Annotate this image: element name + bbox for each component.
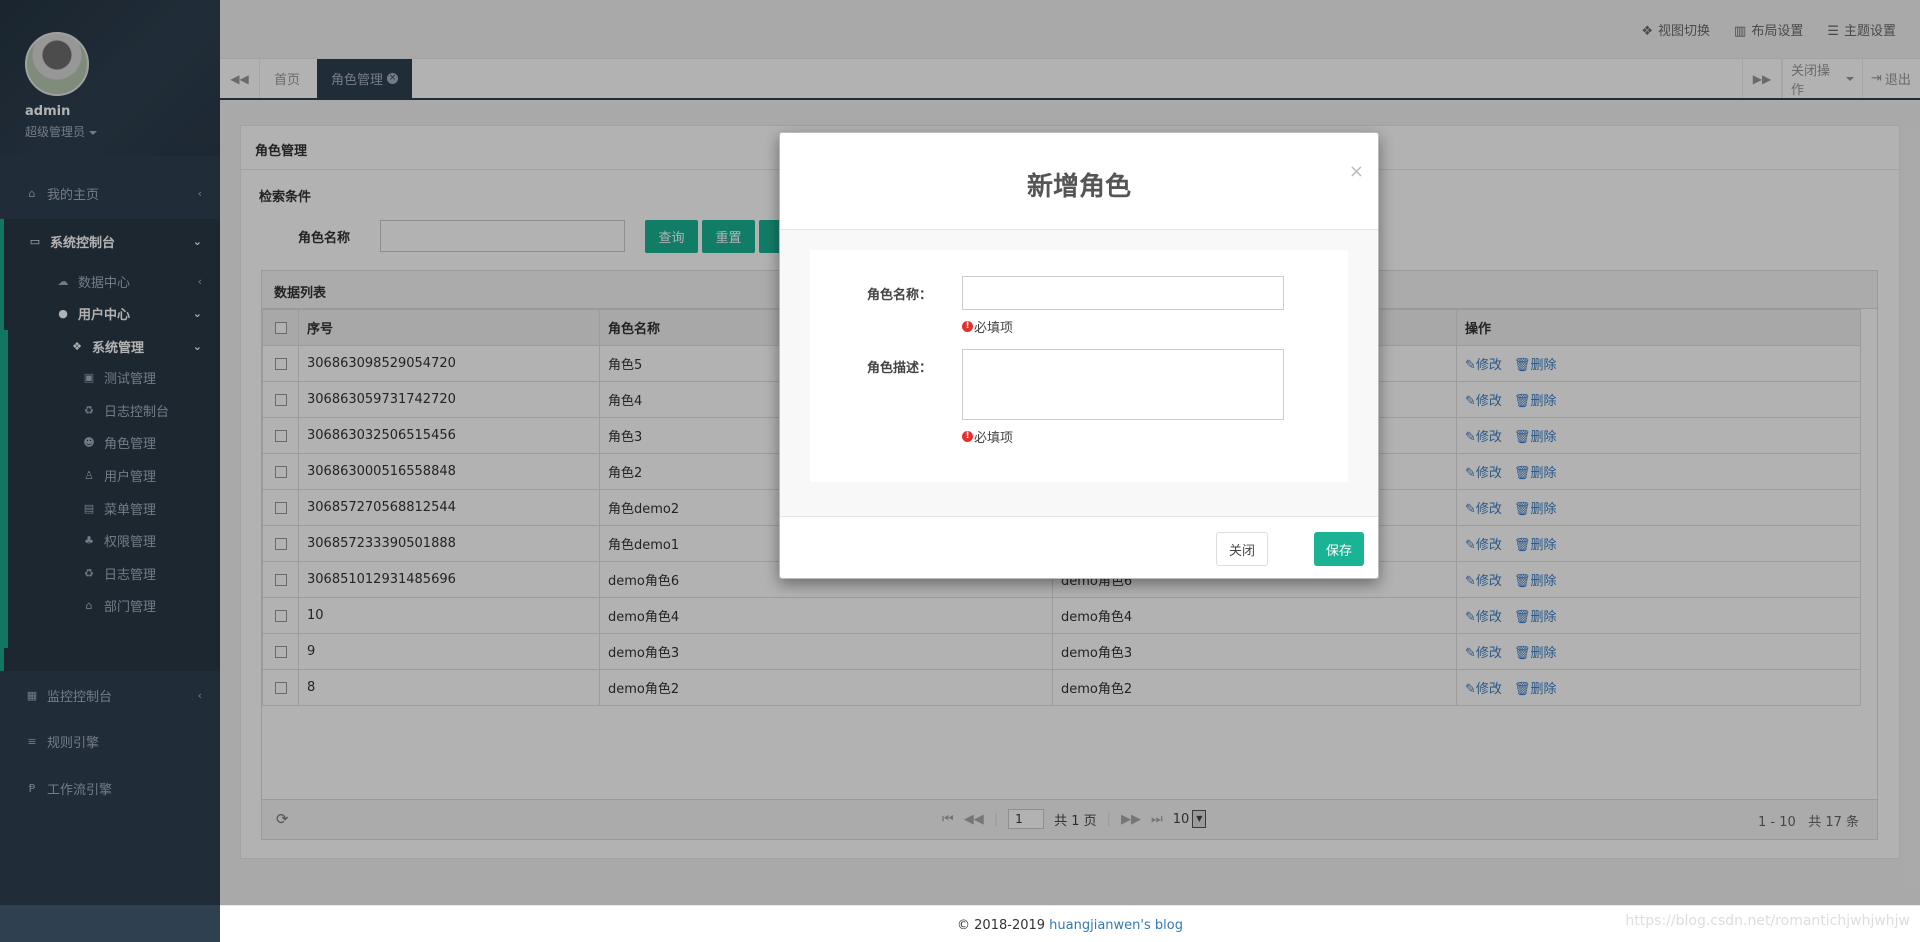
role-desc-textarea[interactable] bbox=[962, 349, 1284, 420]
copyright-text: © 2018-2019 bbox=[957, 918, 1050, 933]
role-desc-label: 角色描述： bbox=[867, 361, 933, 376]
exclamation-circle-icon: ! bbox=[962, 321, 973, 332]
modal-title: 新增角色 bbox=[1026, 172, 1131, 202]
save-button[interactable]: 保存 bbox=[1313, 532, 1364, 566]
role-desc-required-hint: ! 必填项 bbox=[962, 427, 1013, 446]
modal-footer: 关闭 保存 bbox=[780, 516, 1378, 578]
role-name-input[interactable] bbox=[962, 276, 1284, 310]
required-text: 必填项 bbox=[974, 321, 1014, 336]
modal-header: 新增角色 × bbox=[780, 133, 1378, 230]
role-name-label: 角色名称： bbox=[867, 288, 933, 303]
exclamation-circle-icon: ! bbox=[962, 431, 973, 442]
add-role-modal: 新增角色 × 角色名称： ! 必填项 角色描述： ! 必填项 关闭 保存 bbox=[779, 132, 1379, 579]
role-name-required-hint: ! 必填项 bbox=[962, 317, 1013, 336]
required-text: 必填项 bbox=[974, 431, 1014, 446]
blog-link[interactable]: huangjianwen's blog bbox=[1049, 918, 1183, 933]
watermark: https://blog.csdn.net/romantichjwhjwhjw bbox=[1625, 913, 1910, 929]
close-icon[interactable]: × bbox=[1349, 161, 1364, 182]
close-button[interactable]: 关闭 bbox=[1215, 532, 1268, 566]
role-form: 角色名称： ! 必填项 角色描述： ! 必填项 bbox=[810, 250, 1348, 482]
modal-body: 角色名称： ! 必填项 角色描述： ! 必填项 bbox=[780, 230, 1378, 517]
